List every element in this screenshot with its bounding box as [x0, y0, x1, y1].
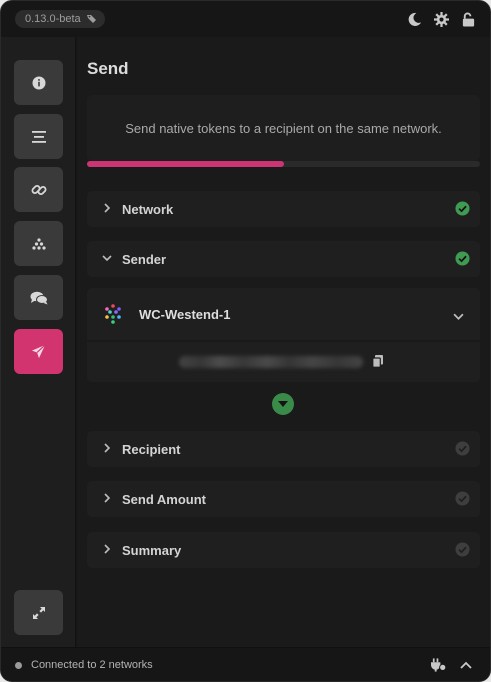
section-label: Network [122, 201, 174, 217]
description-card: Send native tokens to a recipient on the… [87, 95, 480, 161]
progress-fill [87, 161, 284, 167]
app-window: 0.13.0-beta Send Send native tokens to a… [0, 0, 491, 682]
top-actions [407, 12, 476, 27]
main-content: Send Send native tokens to a recipient o… [77, 37, 490, 647]
unlock-icon[interactable] [461, 12, 476, 27]
check-circle-icon [455, 251, 470, 266]
connection-status-text: Connected to 2 networks [31, 659, 153, 671]
chat-icon [30, 291, 48, 305]
check-circle-icon [455, 542, 470, 557]
sidebar-item-list[interactable] [14, 114, 63, 159]
section-network[interactable]: Network [87, 191, 480, 227]
sidebar-item-chat[interactable] [14, 275, 63, 320]
chevron-right-icon [102, 203, 112, 213]
top-bar: 0.13.0-beta [1, 1, 490, 37]
section-send-amount[interactable]: Send Amount [87, 481, 480, 517]
sidebar [1, 37, 76, 647]
arrow-down-icon [272, 393, 294, 415]
section-summary[interactable]: Summary [87, 532, 480, 568]
version-badge: 0.13.0-beta [15, 10, 105, 28]
chevron-right-icon [102, 544, 112, 554]
sidebar-item-send[interactable] [14, 329, 63, 374]
section-label: Sender [122, 251, 167, 267]
sidebar-expand-button[interactable] [14, 590, 63, 635]
sidebar-item-connections[interactable] [14, 167, 63, 212]
gear-icon[interactable] [434, 12, 449, 27]
copy-icon[interactable] [372, 355, 384, 368]
list-icon [31, 130, 46, 143]
account-name: WC-Westend-1 [139, 307, 231, 322]
section-recipient[interactable]: Recipient [87, 431, 480, 467]
sidebar-item-assets[interactable] [14, 221, 63, 266]
moon-icon[interactable] [407, 12, 422, 27]
section-label: Recipient [122, 441, 181, 457]
chevron-up-icon[interactable] [460, 660, 472, 670]
sender-address-row [87, 342, 480, 382]
chevron-right-icon [102, 443, 112, 453]
plug-icon[interactable] [431, 658, 446, 672]
account-avatar-icon [103, 304, 123, 324]
section-label: Summary [122, 542, 182, 558]
info-icon [32, 76, 46, 90]
dots-icon [31, 237, 46, 250]
page-title: Send [87, 59, 129, 78]
send-icon [31, 344, 46, 359]
chevron-down-icon[interactable] [453, 309, 464, 327]
section-label: Send Amount [122, 491, 207, 507]
chevron-right-icon [102, 493, 112, 503]
check-circle-icon [455, 441, 470, 456]
status-bar: Connected to 2 networks [1, 647, 490, 681]
sender-account-selector[interactable]: WC-Westend-1 [87, 288, 480, 340]
page-description: Send native tokens to a recipient on the… [125, 120, 442, 136]
version-text: 0.13.0-beta [25, 13, 81, 25]
expand-icon [32, 606, 45, 619]
chevron-down-icon [102, 253, 112, 263]
tag-icon [86, 14, 97, 24]
check-circle-icon [455, 201, 470, 216]
blurred-address [179, 356, 363, 368]
link-icon [31, 182, 47, 198]
footer-actions [431, 658, 472, 672]
check-circle-icon [455, 491, 470, 506]
progress-bar [87, 161, 480, 167]
section-sender[interactable]: Sender [87, 241, 480, 277]
sidebar-item-overview[interactable] [14, 60, 63, 105]
connection-status-dot [15, 662, 22, 669]
